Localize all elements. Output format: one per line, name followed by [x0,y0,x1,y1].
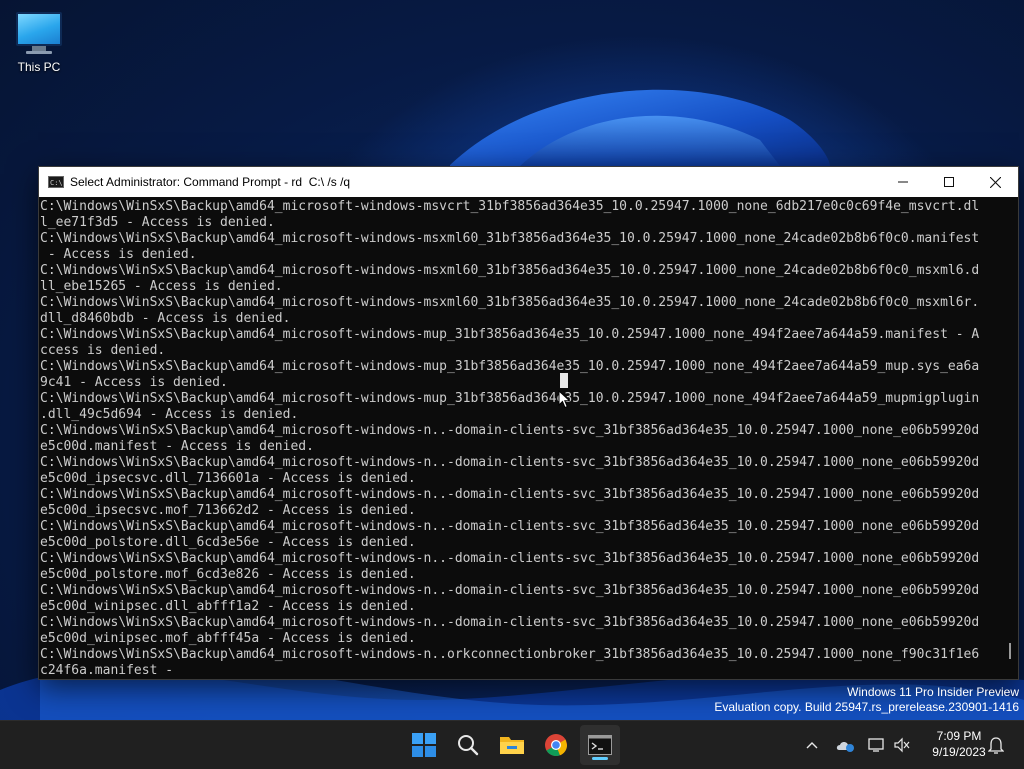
scrollbar-thumb[interactable] [1009,643,1011,659]
command-prompt-icon: C:\ [48,176,64,188]
taskbar [0,720,1024,769]
monitor-icon [10,12,68,54]
console-line: ll_ebe15265 - Access is denied. [40,279,283,294]
console-line: .dll_49c5d694 - Access is denied. [40,407,299,422]
console-line: C:\Windows\WinSxS\Backup\amd64_microsoft… [40,263,980,278]
clock-time: 7:09 PM [936,729,982,743]
start-button[interactable] [404,725,444,765]
maximize-button[interactable] [926,167,972,197]
maximize-icon [944,177,954,187]
watermark-edition: Windows 11 Pro Insider Preview [847,685,1019,699]
start-icon [412,733,436,757]
console-line: e5c00d_ipsecsvc.mof_713662d2 - Access is… [40,503,416,518]
volume-tray-button[interactable] [892,733,912,757]
console-line: - Access is denied. [40,247,197,262]
active-app-indicator [592,757,608,760]
console-line: C:\Windows\WinSxS\Backup\amd64_microsoft… [40,359,980,374]
watermark-build: Evaluation copy. Build 25947.rs_prerelea… [714,700,1019,714]
console-line: e5c00d_winipsec.dll_abfff1a2 - Access is… [40,599,416,614]
console-line: C:\Windows\WinSxS\Backup\amd64_microsoft… [40,615,980,630]
console-line: c24f6a.manifest - [40,663,174,677]
search-icon [458,735,479,756]
console-line: C:\Windows\WinSxS\Backup\amd64_microsoft… [40,391,980,406]
console-output[interactable]: C:\Windows\WinSxS\Backup\amd64_microsoft… [40,199,1000,677]
volume-muted-icon [894,737,910,753]
console-line: e5c00d_polstore.mof_6cd3e826 - Access is… [40,567,416,582]
console-line: C:\Windows\WinSxS\Backup\amd64_microsoft… [40,519,980,534]
show-hidden-icons-button[interactable] [802,733,822,757]
window-title: Select Administrator: Command Prompt - r… [70,175,351,189]
chevron-up-icon [806,742,818,749]
console-line: C:\Windows\WinSxS\Backup\amd64_microsoft… [40,647,980,662]
console-line: ccess is denied. [40,343,166,358]
console-line: e5c00d_winipsec.mof_abfff45a - Access is… [40,631,416,646]
command-prompt-window[interactable]: C:\ Select Administrator: Command Prompt… [38,166,1019,680]
network-tray-button[interactable] [866,733,888,757]
chrome-button[interactable] [536,725,576,765]
console-line: C:\Windows\WinSxS\Backup\amd64_microsoft… [40,231,980,246]
desktop-icon-this-pc[interactable]: This PC [10,8,68,74]
console-line: e5c00d_polstore.dll_6cd3e56e - Access is… [40,535,416,550]
network-icon [868,738,884,752]
console-line: C:\Windows\WinSxS\Backup\amd64_microsoft… [40,327,980,342]
desktop-icon-label: This PC [17,60,61,74]
command-prompt-icon [588,735,612,755]
console-line: C:\Windows\WinSxS\Backup\amd64_microsoft… [40,295,980,310]
console-line: l_ee71f3d5 - Access is denied. [40,215,275,230]
evaluation-watermark: Windows 11 Pro Insider Preview Evaluatio… [714,685,1019,715]
window-titlebar[interactable]: C:\ Select Administrator: Command Prompt… [39,167,1018,197]
file-explorer-button[interactable] [492,725,532,765]
console-line: C:\Windows\WinSxS\Backup\amd64_microsoft… [40,199,980,214]
console-line: 9c41 - Access is denied. [40,375,228,390]
onedrive-tray-button[interactable] [834,733,856,757]
file-explorer-icon [500,737,524,754]
console-line: C:\Windows\WinSxS\Backup\amd64_microsoft… [40,423,980,438]
onedrive-icon [836,742,854,752]
text-cursor [560,373,568,388]
console-line: C:\Windows\WinSxS\Backup\amd64_microsoft… [40,455,980,470]
clock-button[interactable]: 7:09 PM 9/19/2023 [920,728,998,760]
close-icon [989,176,1001,188]
mouse-pointer-icon [558,390,570,409]
search-button[interactable] [448,725,488,765]
close-button[interactable] [972,167,1018,197]
console-line: C:\Windows\WinSxS\Backup\amd64_microsoft… [40,551,980,566]
minimize-icon [898,181,908,183]
console-line: e5c00d_ipsecsvc.dll_7136601a - Access is… [40,471,416,486]
chrome-icon [545,734,568,757]
console-line: e5c00d.manifest - Access is denied. [40,439,314,454]
console-line: C:\Windows\WinSxS\Backup\amd64_microsoft… [40,487,980,502]
console-line: C:\Windows\WinSxS\Backup\amd64_microsoft… [40,583,980,598]
clock-date: 9/19/2023 [932,745,986,759]
console-line: dll_d8460bdb - Access is denied. [40,311,291,326]
minimize-button[interactable] [880,167,926,197]
